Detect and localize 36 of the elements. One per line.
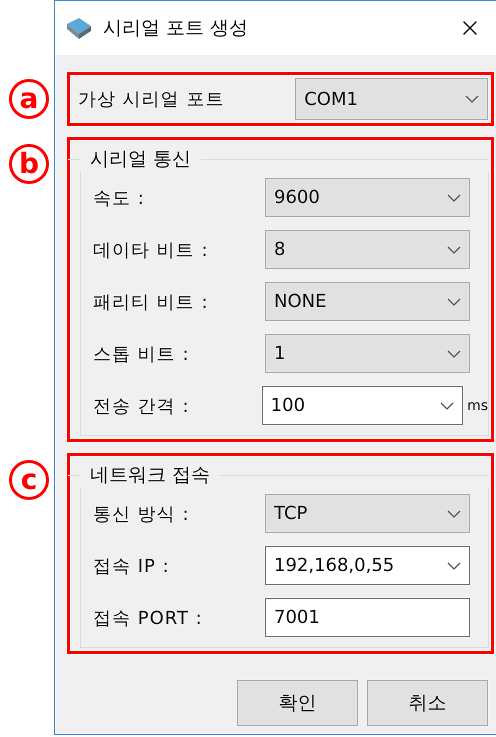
group-title: 시리얼 통신: [89, 147, 192, 172]
callout-marker: a: [9, 79, 49, 119]
input-field[interactable]: 192,168,0,55: [265, 546, 470, 585]
chevron-icon: [447, 298, 461, 306]
field-label: 접속 PORT :: [93, 606, 204, 630]
dropdown[interactable]: TCP: [265, 494, 470, 533]
chevron-icon: [447, 562, 461, 570]
dialog-button[interactable]: 취소: [367, 680, 488, 726]
callout-marker: c: [9, 460, 49, 500]
dropdown[interactable]: 9600: [265, 178, 470, 217]
field-label: 접속 IP :: [93, 554, 171, 578]
chevron-icon: [447, 510, 461, 518]
chevron-icon: [440, 402, 454, 410]
field-label: 스톱 비트 :: [93, 342, 191, 366]
dialog-button[interactable]: 확인: [237, 680, 358, 726]
chevron-icon: [447, 246, 461, 254]
field-label: 통신 방식 :: [93, 502, 191, 526]
field-label: 데이타 비트 :: [93, 238, 210, 262]
dropdown[interactable]: COM1: [295, 78, 488, 120]
input-field[interactable]: 7001: [265, 598, 470, 637]
dropdown[interactable]: 8: [265, 230, 470, 269]
chevron-icon: [465, 95, 479, 103]
chevron-icon: [447, 194, 461, 202]
unit-label: ms: [467, 398, 488, 414]
field-label: 전송 간격 :: [93, 394, 191, 418]
field-label: 속도 :: [93, 186, 146, 210]
serial-port-icon: [65, 16, 93, 40]
group-title: 네트워크 접속: [89, 463, 212, 488]
field-label: 가상 시리얼 포트: [78, 88, 226, 111]
chevron-icon: [447, 350, 461, 358]
dropdown[interactable]: NONE: [265, 282, 470, 321]
window-title: 시리얼 포트 생성: [103, 16, 250, 41]
dropdown[interactable]: 1: [265, 334, 470, 373]
input-field[interactable]: 100: [262, 386, 464, 425]
field-label: 패리티 비트 :: [93, 290, 210, 314]
callout-marker: b: [9, 144, 49, 184]
